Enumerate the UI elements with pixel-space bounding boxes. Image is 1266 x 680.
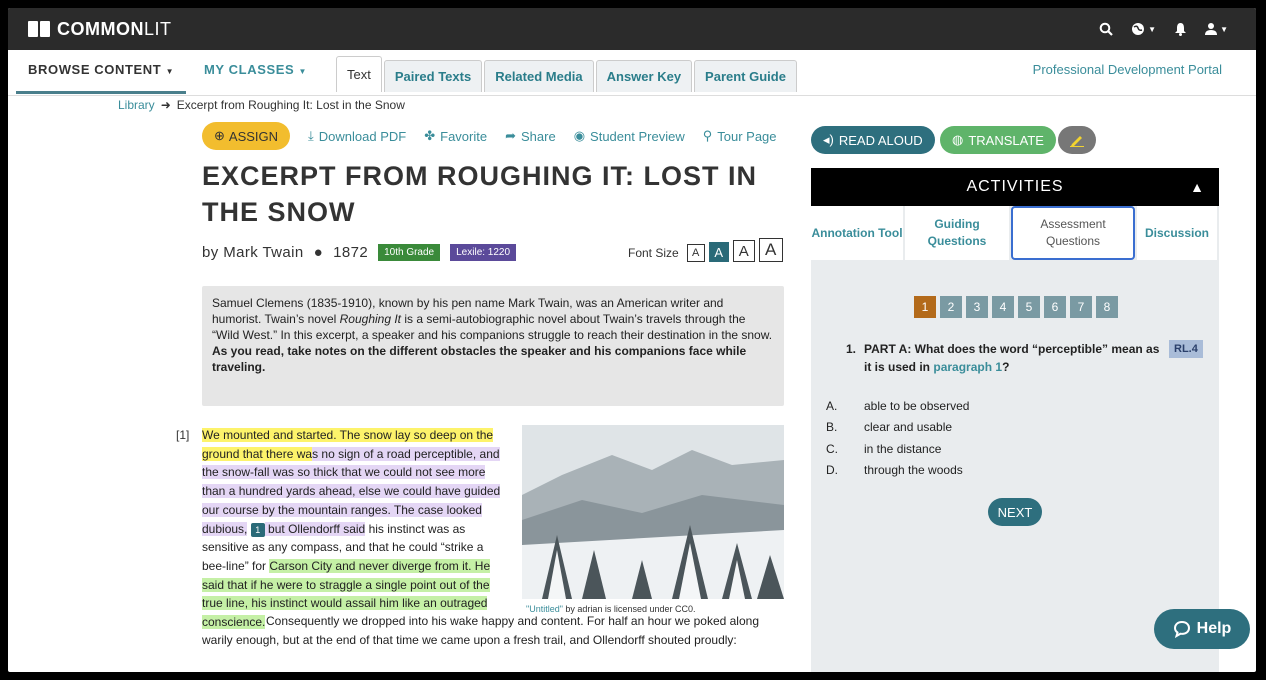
option-a[interactable]: A. able to be observed (826, 395, 969, 417)
help-label: Help (1196, 620, 1232, 637)
passage-text-2: Consequently we dropped into his wake ha… (202, 614, 759, 647)
font-size-medium[interactable]: A (708, 242, 729, 262)
question-number: 1. (846, 342, 857, 356)
breadcrumb-library[interactable]: Library (118, 98, 155, 112)
answer-options: A. able to be observed B. clear and usable… (826, 395, 969, 481)
app-frame: COMMON LIT ▼ ▼ BROWSE CONTENT ▼ MY CLASSE… (8, 8, 1256, 672)
highlighter-button[interactable] (1058, 126, 1096, 154)
student-preview-button[interactable]: ◉ Student Preview (574, 128, 685, 144)
commonlit-logo[interactable]: COMMON LIT (28, 19, 172, 40)
download-pdf-button[interactable]: ⤓ Download PDF (308, 128, 406, 144)
book-icon (28, 21, 50, 37)
assign-button[interactable]: ⊕ ASSIGN (202, 122, 291, 150)
lexile-badge: Lexile: 1220 (450, 244, 517, 261)
globe-icon: ◍ (952, 132, 964, 147)
page-7[interactable]: 7 (1070, 296, 1092, 318)
page-1[interactable]: 1 (914, 296, 936, 318)
plus-circle-icon: ⊕ (214, 128, 225, 143)
logo-text-bold: COMMON (57, 18, 144, 39)
reading-prompt: As you read, take notes on the different… (212, 344, 747, 374)
breadcrumb-current: Excerpt from Roughing It: Lost in the Sn… (176, 98, 405, 112)
tab-answer-key[interactable]: Answer Key (595, 60, 693, 92)
question-marker[interactable]: 1 (250, 522, 265, 537)
share-icon: ➦ (505, 128, 516, 143)
standard-badge: RL.4 (1169, 340, 1203, 358)
font-size-label: Font Size (628, 246, 679, 260)
question-pager: 1 2 3 4 5 6 7 8 (914, 296, 1118, 318)
tour-page-button[interactable]: ⚲ Tour Page (703, 128, 777, 144)
font-size-control: Font Size A A A A (628, 238, 783, 262)
help-button[interactable]: Help (1154, 609, 1250, 649)
next-button[interactable]: NEXT (988, 498, 1042, 526)
tab-annotation-tool[interactable]: Annotation Tool (811, 206, 903, 260)
favorite-button[interactable]: ✤ Favorite (424, 128, 487, 144)
option-b[interactable]: B. clear and usable (826, 417, 969, 439)
globe-menu-icon[interactable]: ▼ (1131, 22, 1156, 36)
read-aloud-button[interactable]: ◂) READ ALOUD (811, 126, 935, 154)
option-d[interactable]: D. through the woods (826, 460, 969, 482)
year: 1872 (333, 244, 369, 261)
user-menu-icon[interactable]: ▼ (1205, 22, 1228, 36)
page-5[interactable]: 5 (1018, 296, 1040, 318)
search-icon[interactable] (1099, 22, 1113, 36)
question-prompt: PART A: What does the word “perceptible”… (864, 342, 1160, 374)
pencil-icon (1070, 136, 1084, 147)
logo-text-light: LIT (144, 18, 172, 39)
tab-text[interactable]: Text (336, 56, 382, 92)
my-classes-menu[interactable]: MY CLASSES ▼ (204, 62, 307, 80)
tab-guiding-questions[interactable]: Guiding Questions (905, 206, 1009, 260)
bell-icon[interactable] (1174, 22, 1187, 36)
author: by Mark Twain (202, 244, 304, 261)
tab-discussion[interactable]: Discussion (1137, 206, 1217, 260)
paragraph-number: [1] (176, 428, 190, 442)
font-size-small[interactable]: A (686, 244, 705, 262)
font-size-xlarge[interactable]: A (758, 238, 783, 262)
professional-development-link[interactable]: Professional Development Portal (1033, 62, 1222, 77)
tab-parent-guide[interactable]: Parent Guide (694, 60, 797, 92)
translate-button[interactable]: ◍ TRANSLATE (940, 126, 1056, 154)
chat-bubble-icon (1173, 620, 1190, 638)
breadcrumb: Library ➜ Excerpt from Roughing It: Lost… (118, 98, 405, 112)
activities-title: ACTIVITIES (966, 178, 1064, 195)
font-size-large[interactable]: A (732, 240, 755, 262)
tab-paired-texts[interactable]: Paired Texts (383, 60, 483, 92)
arrow-right-icon: ➜ (160, 98, 171, 112)
intro-box: Samuel Clemens (1835-1910), known by his… (202, 286, 784, 406)
question-end: ? (1002, 360, 1010, 374)
text-tabs: Text Paired Texts Related Media Answer K… (336, 56, 797, 92)
speaker-icon: ◂) (823, 132, 834, 147)
paragraph-link[interactable]: paragraph 1 (933, 360, 1002, 374)
option-c[interactable]: C. in the distance (826, 438, 969, 460)
page-8[interactable]: 8 (1096, 296, 1118, 318)
tab-assessment-questions[interactable]: Assessment Questions (1011, 206, 1135, 260)
top-icons: ▼ ▼ (1099, 8, 1228, 50)
page-3[interactable]: 3 (966, 296, 988, 318)
eye-icon: ◉ (573, 128, 586, 143)
share-button[interactable]: ➦ Share (505, 128, 556, 144)
top-bar: COMMON LIT ▼ ▼ (8, 8, 1256, 50)
bullet: ● (313, 244, 324, 261)
page-title: EXCERPT FROM ROUGHING IT: LOST IN THE SN… (202, 161, 758, 227)
tab-related-media[interactable]: Related Media (484, 60, 594, 92)
passage-paragraph-1-continued: Consequently we dropped into his wake ha… (202, 612, 762, 649)
page-6[interactable]: 6 (1044, 296, 1066, 318)
page-2[interactable]: 2 (940, 296, 962, 318)
activities-tabs: Annotation Tool Guiding Questions Assess… (811, 206, 1219, 262)
highlight-purple-2[interactable]: but Ollendorff said (264, 521, 366, 536)
favorite-icon: ✤ (424, 128, 436, 143)
page-4[interactable]: 4 (992, 296, 1014, 318)
intro-italic-title: Roughing It (339, 312, 402, 326)
chevron-up-icon[interactable]: ▲ (1190, 179, 1205, 195)
secondary-nav: BROWSE CONTENT ▼ MY CLASSES ▼ Text Paire… (8, 50, 1256, 96)
text-actions: ⊕ ASSIGN ⤓ Download PDF ✤ Favorite ➦ Share ◉… (202, 122, 777, 150)
byline: by Mark Twain ● 1872 10th Grade Lexile: … (202, 244, 517, 261)
question-text: 1. PART A: What does the word “perceptib… (846, 340, 1166, 376)
activities-header[interactable]: ACTIVITIES ▲ (811, 168, 1219, 206)
browse-content-menu[interactable]: BROWSE CONTENT ▼ (16, 62, 187, 94)
tour-icon: ⚲ (702, 128, 713, 143)
download-icon: ⤓ (308, 128, 314, 143)
grade-badge: 10th Grade (378, 244, 441, 261)
passage-paragraph-1[interactable]: We mounted and started. The snow lay so … (202, 426, 762, 632)
